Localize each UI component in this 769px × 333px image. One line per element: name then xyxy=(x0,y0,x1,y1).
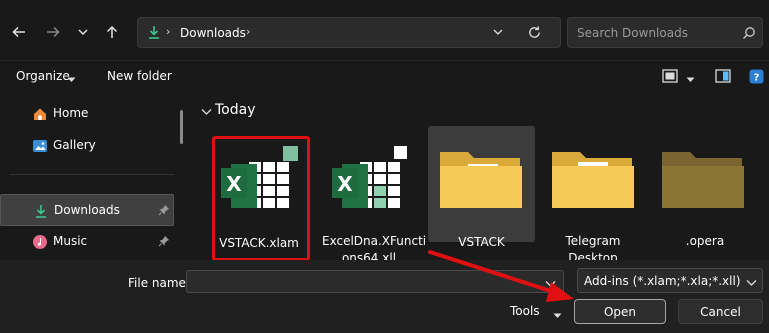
music-icon xyxy=(32,234,48,250)
home-icon xyxy=(32,106,48,122)
sidebar-item-music[interactable]: Music xyxy=(0,226,174,258)
file-name: VSTACK xyxy=(458,235,505,249)
folder-icon xyxy=(660,144,746,215)
sidebar-item-label: Music xyxy=(53,234,88,248)
address-dropdown-icon[interactable] xyxy=(492,26,504,41)
breadcrumb-chevron-icon[interactable]: › xyxy=(246,25,250,38)
organize-button[interactable]: Organize xyxy=(16,69,70,83)
preview-pane-icon[interactable] xyxy=(715,69,731,86)
group-header-today: Today xyxy=(215,102,256,118)
pin-icon xyxy=(158,204,170,219)
file-type-filter-value: Add-ins (*.xlam;*.xla;*.xll) xyxy=(584,274,741,288)
recent-locations-chevron-icon[interactable] xyxy=(72,21,94,43)
help-icon[interactable]: ? xyxy=(749,69,764,87)
sidebar-scrollbar[interactable] xyxy=(180,110,183,144)
download-icon xyxy=(146,24,162,43)
svg-text:X: X xyxy=(226,172,242,196)
gallery-icon xyxy=(32,138,48,154)
sidebar-divider xyxy=(10,174,174,175)
file-list-view: Today X VSTACK.xlam X ExcelDna.XFuncti o… xyxy=(184,92,769,265)
file-name-input[interactable] xyxy=(186,270,564,293)
sidebar-item-downloads[interactable]: Downloads xyxy=(0,194,174,226)
download-icon xyxy=(33,203,49,219)
file-name-line1: ExcelDna.XFuncti xyxy=(322,234,427,248)
svg-text:?: ? xyxy=(754,73,760,84)
file-name: .opera xyxy=(685,234,725,248)
up-icon[interactable] xyxy=(101,21,123,43)
folder-icon xyxy=(550,144,636,215)
file-name-dropdown-icon[interactable] xyxy=(545,277,556,291)
back-icon[interactable] xyxy=(8,21,30,43)
view-options-icon[interactable] xyxy=(662,69,678,86)
sidebar-item-gallery[interactable]: Gallery xyxy=(0,130,174,162)
dialog-footer: File name: Add-ins (*.xlam;*.xla;*.xll) … xyxy=(0,260,769,333)
svg-text:X: X xyxy=(337,172,353,196)
new-folder-button[interactable]: New folder xyxy=(107,69,172,83)
sidebar-item-label: Gallery xyxy=(53,138,96,152)
tools-button[interactable]: Tools xyxy=(510,304,540,318)
search-input[interactable]: Search Downloads xyxy=(577,26,688,40)
file-name-label: File name: xyxy=(128,276,190,290)
filter-dropdown-icon[interactable] xyxy=(746,276,757,290)
folder-icon xyxy=(438,144,524,215)
organize-dropdown-icon[interactable] xyxy=(67,72,76,86)
view-options-dropdown-icon[interactable] xyxy=(686,72,695,86)
navigation-bar: › Downloads › Search Downloads xyxy=(0,0,769,60)
cancel-button[interactable]: Cancel xyxy=(678,299,763,324)
folder-item-vstack[interactable]: VSTACK xyxy=(428,126,535,249)
sidebar-item-home[interactable]: Home xyxy=(0,98,174,130)
tools-dropdown-icon[interactable] xyxy=(553,308,562,322)
sidebar-item-label: Home xyxy=(53,106,89,120)
refresh-icon[interactable] xyxy=(527,25,542,43)
forward-icon[interactable] xyxy=(42,21,64,43)
navigation-pane: Home Gallery Downloads Music xyxy=(0,92,184,260)
open-button[interactable]: Open xyxy=(574,299,666,324)
sidebar-item-label: Downloads xyxy=(54,203,120,217)
address-bar[interactable]: › Downloads › xyxy=(137,17,561,48)
group-collapse-chevron-icon[interactable] xyxy=(201,105,212,119)
file-name: VSTACK.xlam xyxy=(219,236,299,250)
excel-addin-icon: X xyxy=(332,146,412,213)
file-name-line1: Telegram xyxy=(565,234,621,248)
pin-icon xyxy=(158,235,170,250)
search-icon xyxy=(742,26,756,43)
breadcrumb-downloads[interactable]: Downloads xyxy=(180,26,246,40)
excel-addin-icon: X xyxy=(221,146,301,213)
file-type-filter-select[interactable]: Add-ins (*.xlam;*.xla;*.xll) xyxy=(577,268,763,293)
breadcrumb-separator-icon: › xyxy=(166,25,171,38)
command-bar: Organize New folder ? xyxy=(0,60,769,93)
search-box[interactable]: Search Downloads xyxy=(567,17,763,48)
